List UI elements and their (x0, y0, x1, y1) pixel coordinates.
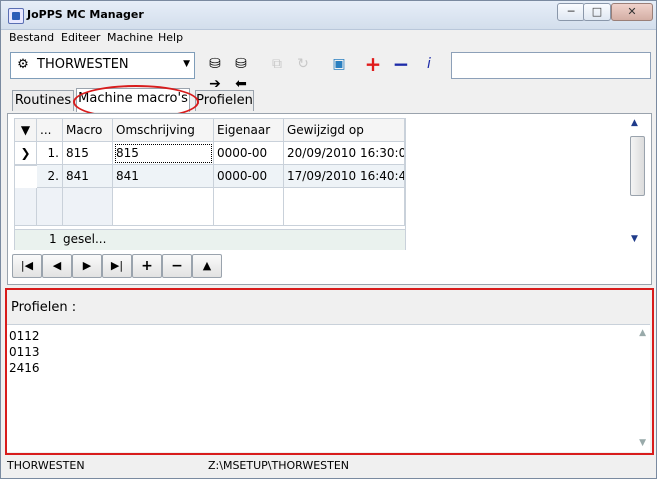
empty-cell (63, 188, 113, 226)
copy-icon[interactable]: ⧉ (267, 54, 287, 74)
tab-profielen[interactable]: Profielen (195, 90, 254, 111)
menu-bestand[interactable]: Bestand (9, 31, 54, 44)
app-window: JoPPS MC Manager ─ □ ✕ Bestand Editeer M… (0, 0, 657, 479)
status-bar: THORWESTEN Z:\MSETUP\THORWESTEN (1, 457, 656, 477)
menu-bar: Bestand Editeer Machine Help (1, 29, 656, 47)
maximize-button[interactable]: □ (583, 3, 611, 21)
maximize-icon: □ (591, 5, 603, 18)
profile-line: 0112 (9, 329, 40, 343)
selected-label: gesel... (63, 232, 107, 246)
info-icon[interactable]: i (419, 54, 439, 74)
column-header-gewijzigd[interactable]: Gewijzigd op (284, 119, 405, 142)
close-icon: ✕ (627, 5, 637, 18)
header-indicator[interactable]: ▼ (15, 119, 37, 142)
cell-eigenaar[interactable]: 0000-00 (214, 165, 284, 188)
empty-cell (284, 188, 405, 226)
column-header-num[interactable]: ... (37, 119, 63, 142)
selected-count: 1 (49, 232, 57, 246)
chevron-down-icon[interactable]: ▼ (183, 59, 190, 69)
app-icon (8, 8, 24, 24)
window-title: JoPPS MC Manager (27, 8, 144, 21)
row-number: 1. (37, 142, 63, 165)
scroll-down-icon[interactable]: ▼ (631, 234, 638, 244)
close-button[interactable]: ✕ (611, 3, 653, 21)
grid-header: ▼ ... Macro Omschrijving Eigenaar Gewijz… (15, 119, 405, 142)
first-record-button[interactable]: |◀ (12, 254, 42, 278)
profile-line: 2416 (9, 361, 40, 375)
grid-scrollbar[interactable]: ▲ ▼ (628, 116, 646, 244)
db-import-icon[interactable]: ⛁➔ (205, 54, 225, 92)
scroll-thumb[interactable] (630, 136, 645, 196)
column-header-macro[interactable]: Macro (63, 119, 113, 142)
profielen-memo[interactable]: 0112 0113 2416 ▲ ▼ (7, 324, 650, 452)
search-input[interactable] (451, 52, 651, 79)
last-record-button[interactable]: ▶| (102, 254, 132, 278)
minimize-button[interactable]: ─ (557, 3, 585, 21)
tab-routines[interactable]: Routines (12, 90, 74, 111)
row-indicator (15, 165, 37, 166)
machine-select[interactable]: ⚙ THORWESTEN ▼ (10, 52, 195, 79)
profile-line: 0113 (9, 345, 40, 359)
profielen-panel: Profielen : 0112 0113 2416 ▲ ▼ (5, 288, 654, 455)
menu-machine[interactable]: Machine (107, 31, 153, 44)
grid-footer: 1 gesel... (15, 229, 405, 250)
cell-omschrijving[interactable]: 815 (113, 142, 214, 165)
cell-macro[interactable]: 841 (63, 165, 113, 188)
menu-help[interactable]: Help (158, 31, 183, 44)
prior-record-button[interactable]: ◀ (42, 254, 72, 278)
column-header-omschrijving[interactable]: Omschrijving (113, 119, 214, 142)
profielen-label: Profielen : (11, 300, 77, 315)
empty-cell (214, 188, 284, 226)
cell-eigenaar[interactable]: 0000-00 (214, 142, 284, 165)
memo-scroll-up-icon[interactable]: ▲ (639, 328, 646, 338)
status-path: Z:\MSETUP\THORWESTEN (208, 459, 350, 472)
machine-icon: ⚙ (17, 57, 29, 72)
empty-cell (37, 188, 63, 226)
edit-record-button[interactable]: ▲ (192, 254, 222, 278)
macro-grid: ▼ ... Macro Omschrijving Eigenaar Gewijz… (14, 118, 406, 250)
memo-scroll-down-icon[interactable]: ▼ (639, 438, 646, 448)
next-record-button[interactable]: ▶ (72, 254, 102, 278)
cell-macro[interactable]: 815 (63, 142, 113, 165)
menu-editeer[interactable]: Editeer (61, 31, 100, 44)
machine-select-value: THORWESTEN (37, 57, 129, 72)
macro-panel: ▼ ... Macro Omschrijving Eigenaar Gewijz… (7, 113, 652, 285)
delete-record-button[interactable]: − (162, 254, 192, 278)
cell-gewijzigd[interactable]: 17/09/2010 16:40:47 (284, 165, 405, 188)
minimize-icon: ─ (567, 5, 575, 18)
cell-omschrijving[interactable]: 841 (113, 165, 214, 188)
title-bar: JoPPS MC Manager ─ □ ✕ (1, 1, 656, 30)
package-icon[interactable]: ▣ (329, 54, 349, 74)
toolbar: ⚙ THORWESTEN ▼ ⛁➔ ⛁⬅ ⧉ ↻ ▣ + − i (1, 50, 656, 92)
scroll-up-icon[interactable]: ▲ (631, 118, 638, 128)
empty-cell (15, 188, 37, 226)
current-row-indicator: ❯ (15, 142, 37, 165)
add-icon[interactable]: + (363, 54, 383, 74)
row-number: 2. (37, 165, 63, 188)
insert-record-button[interactable]: + (132, 254, 162, 278)
status-machine: THORWESTEN (7, 459, 85, 472)
db-export-icon[interactable]: ⛁⬅ (231, 54, 251, 92)
cell-gewijzigd[interactable]: 20/09/2010 16:30:08 (284, 142, 405, 165)
refresh-icon[interactable]: ↻ (293, 54, 313, 74)
remove-icon[interactable]: − (391, 54, 411, 74)
empty-cell (113, 188, 214, 226)
column-header-eigenaar[interactable]: Eigenaar (214, 119, 284, 142)
